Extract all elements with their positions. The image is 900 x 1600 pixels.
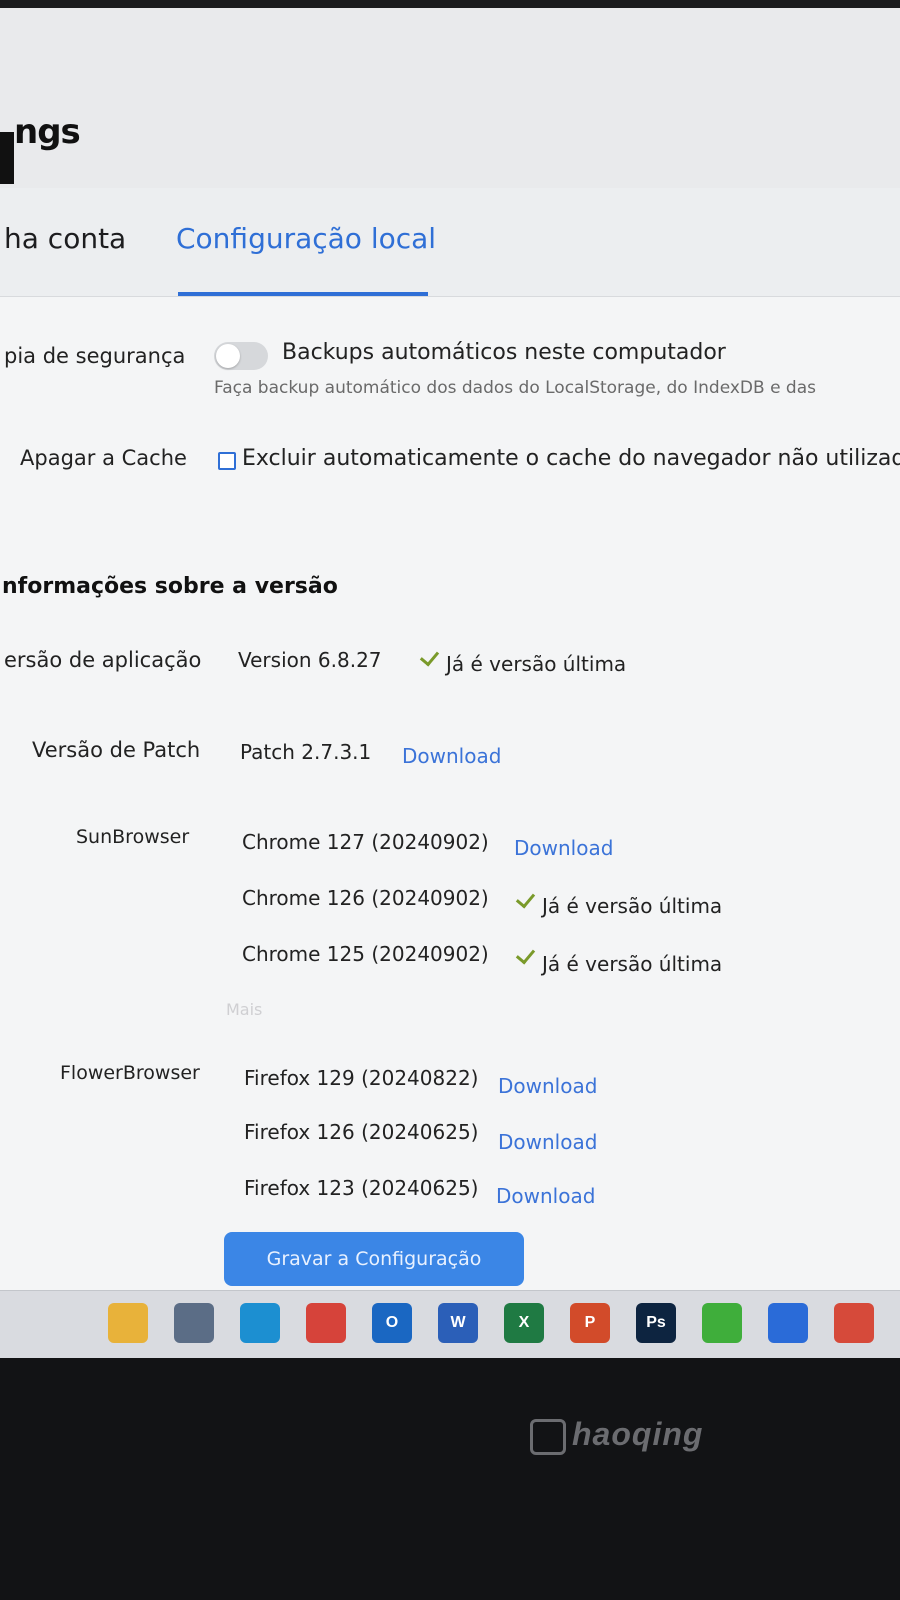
monitor-brand-text: haoqing	[572, 1416, 704, 1452]
title-fragment-glyph	[0, 132, 14, 184]
active-tab-indicator	[178, 292, 428, 296]
firefox-126-download-link[interactable]: Download	[498, 1130, 597, 1154]
green-app-icon[interactable]	[702, 1303, 742, 1343]
auto-backup-label: Backups automáticos neste computador	[282, 340, 726, 365]
app-version-label: ersão de aplicação	[4, 648, 202, 672]
check-icon	[515, 888, 536, 909]
chrome-126-name: Chrome 126 (20240902)	[242, 886, 489, 910]
app-window: ngs ha conta Configuração local pia de s…	[0, 0, 900, 1290]
firefox-123-name: Firefox 123 (20240625)	[244, 1176, 479, 1200]
chrome-126-status: Já é versão última	[542, 894, 723, 918]
chrome-127-name: Chrome 127 (20240902)	[242, 830, 489, 854]
patch-download-link[interactable]: Download	[402, 744, 501, 768]
chrome-125-status: Já é versão última	[542, 952, 723, 976]
check-icon	[515, 944, 536, 965]
tab-account[interactable]: ha conta	[4, 222, 126, 255]
monitor-bezel	[0, 1358, 900, 1600]
blue-app-icon[interactable]	[768, 1303, 808, 1343]
clear-cache-label: Excluir automaticamente o cache do naveg…	[242, 446, 900, 471]
excel-icon[interactable]: X	[504, 1303, 544, 1343]
app-version-value: Version 6.8.27	[238, 648, 382, 672]
chrome-127-download-link[interactable]: Download	[514, 836, 613, 860]
window-top-edge	[0, 0, 900, 8]
tab-bar	[0, 188, 900, 297]
taskbar: O W X P Ps	[0, 1290, 900, 1359]
cache-label: Apagar a Cache	[20, 446, 187, 470]
outlook-icon[interactable]: O	[372, 1303, 412, 1343]
page-title: ngs	[14, 112, 81, 152]
word-icon[interactable]: W	[438, 1303, 478, 1343]
chrome-icon[interactable]	[306, 1303, 346, 1343]
firefox-129-name: Firefox 129 (20240822)	[244, 1066, 479, 1090]
photoshop-icon[interactable]: Ps	[636, 1303, 676, 1343]
header-area	[0, 8, 900, 188]
file-explorer-icon[interactable]	[108, 1303, 148, 1343]
version-section-title: nformações sobre a versão	[2, 574, 338, 599]
auto-backup-toggle[interactable]	[214, 342, 268, 370]
patch-version-value: Patch 2.7.3.1	[240, 740, 372, 764]
more-versions-link[interactable]: Mais	[226, 1000, 262, 1019]
monitor-brand-logo: haoqing	[530, 1416, 703, 1455]
brand-mark-icon	[530, 1418, 566, 1455]
save-settings-button[interactable]: Gravar a Configuração	[224, 1232, 524, 1286]
patch-version-label: Versão de Patch	[32, 738, 201, 762]
tab-local-settings[interactable]: Configuração local	[176, 222, 436, 255]
app-version-status: Já é versão última	[446, 652, 627, 676]
microsoft-store-icon[interactable]	[174, 1303, 214, 1343]
clear-cache-checkbox[interactable]	[218, 452, 236, 470]
edge-icon[interactable]	[240, 1303, 280, 1343]
backup-label: pia de segurança	[4, 344, 186, 368]
sunbrowser-label: SunBrowser	[76, 826, 190, 848]
chrome-125-name: Chrome 125 (20240902)	[242, 942, 489, 966]
powerpoint-icon[interactable]: P	[570, 1303, 610, 1343]
check-icon	[419, 646, 440, 667]
toggle-knob	[216, 344, 240, 368]
flowerbrowser-label: FlowerBrowser	[60, 1062, 200, 1084]
backup-hint: Faça backup automático dos dados do Loca…	[214, 378, 816, 398]
firefox-126-name: Firefox 126 (20240625)	[244, 1120, 479, 1144]
red-app-icon[interactable]	[834, 1303, 874, 1343]
firefox-129-download-link[interactable]: Download	[498, 1074, 597, 1098]
firefox-123-download-link[interactable]: Download	[496, 1184, 595, 1208]
